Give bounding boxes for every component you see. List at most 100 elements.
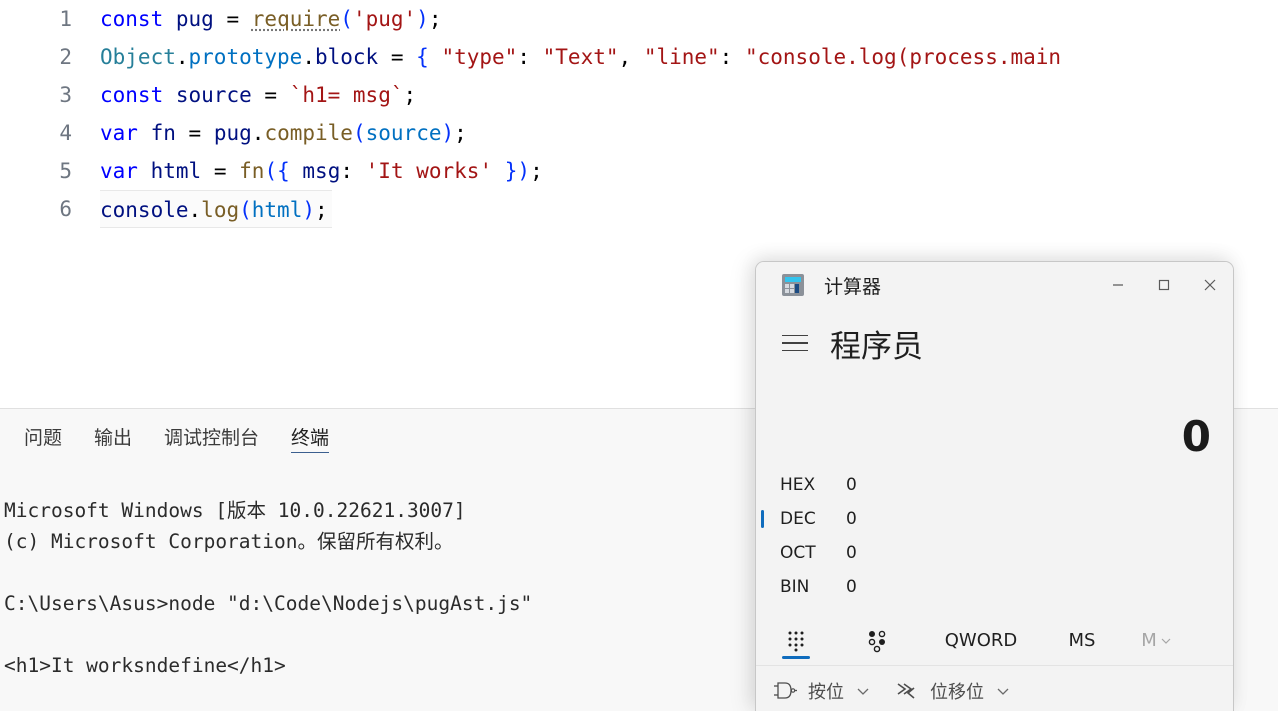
code-token: = (188, 121, 202, 145)
code-token: prototype (188, 45, 303, 69)
code-text[interactable]: console.log(html); (100, 190, 332, 228)
calculator-toolbar[interactable]: QWORD MS M (756, 616, 1233, 666)
code-line[interactable]: 1 const pug = require('pug'); (0, 0, 1278, 38)
code-token: "type" (441, 45, 518, 69)
base-row-dec[interactable]: DEC 0 (756, 502, 1233, 536)
line-number: 2 (59, 45, 72, 69)
panel-tab-3[interactable]: 终端 (275, 409, 345, 467)
memory-label: M (1141, 630, 1157, 651)
code-token: : (719, 45, 733, 69)
base-value: 0 (846, 475, 857, 495)
calculator-window[interactable]: 计算器 程序员 0 HEX 0 DEC 0 OCT 0 BIN 0 QWORD … (755, 261, 1234, 711)
code-token: ; (454, 121, 467, 145)
memory-dropdown-button[interactable]: M (1120, 616, 1194, 666)
line-number: 5 (59, 159, 72, 183)
bitwise-dropdown[interactable]: 按位 (772, 678, 872, 704)
code-token: Object (100, 45, 176, 69)
calculator-app-icon (782, 274, 804, 296)
code-line[interactable]: 3 const source = `h1= msg`; (0, 76, 1278, 114)
code-text[interactable]: var fn = pug.compile(source); (100, 114, 467, 152)
base-row-bin[interactable]: BIN 0 (756, 570, 1233, 604)
keypad-icon (788, 631, 804, 651)
code-token: = (390, 45, 404, 69)
maximize-button[interactable] (1141, 262, 1187, 308)
code-line[interactable]: 5 var html = fn({ msg: 'It works' }); (0, 152, 1278, 190)
code-line[interactable]: 2 Object.prototype.block = { "type": "Tex… (0, 38, 1278, 76)
code-token: log (201, 198, 240, 222)
code-token: = (213, 159, 227, 183)
word-size-button[interactable]: QWORD (918, 616, 1044, 666)
code-token: ( (352, 121, 366, 145)
base-label: BIN (780, 577, 810, 597)
logic-gate-icon (774, 682, 797, 699)
number-base-list[interactable]: HEX 0 DEC 0 OCT 0 BIN 0 (756, 464, 1233, 604)
code-token: "Text" (542, 45, 619, 69)
chevron-down-icon (997, 688, 1009, 695)
code-token: source (365, 121, 442, 145)
keypad-tab[interactable] (756, 616, 836, 666)
code-token: ( (239, 198, 252, 222)
memory-store-button[interactable]: MS (1044, 616, 1120, 666)
code-token: var (100, 159, 138, 183)
code-token: const (100, 7, 164, 31)
base-row-oct[interactable]: OCT 0 (756, 536, 1233, 570)
code-text[interactable]: var html = fn({ msg: 'It works' }); (100, 152, 543, 190)
code-token: ) (517, 159, 531, 183)
bit-toggle-keypad-tab[interactable] (836, 616, 918, 666)
code-token: const (100, 83, 164, 107)
code-lines[interactable]: 1 const pug = require('pug'); 2 Object.prot… (0, 0, 1278, 228)
code-token: pug (213, 121, 252, 145)
panel-tab-2[interactable]: 调试控制台 (148, 409, 275, 467)
calculator-bottom-bar[interactable]: 按位 位移位 (756, 666, 1233, 711)
bitshift-dropdown[interactable]: 位移位 (894, 678, 1012, 704)
window-controls[interactable] (1095, 262, 1233, 308)
base-label: DEC (780, 509, 816, 529)
code-token: } (504, 159, 518, 183)
panel-tab-0[interactable]: 问题 (8, 409, 78, 467)
bit-toggle-icon (868, 630, 886, 652)
code-token: : (517, 45, 530, 69)
code-token: pug (175, 7, 214, 31)
calculator-display: 0 (756, 378, 1233, 464)
calculator-mode-label: 程序员 (830, 328, 923, 365)
code-token: 'It works' (365, 159, 493, 183)
code-token: 'pug' (352, 7, 417, 31)
panel-tab-1[interactable]: 输出 (78, 409, 148, 467)
base-row-hex[interactable]: HEX 0 (756, 468, 1233, 502)
code-token: html (251, 198, 303, 222)
close-button[interactable] (1187, 262, 1233, 308)
code-text[interactable]: Object.prototype.block = { "type": "Text… (100, 38, 1061, 76)
code-line[interactable]: 6 console.log(html); (0, 190, 1278, 228)
code-token: = (226, 7, 240, 31)
memory-store-label: MS (1068, 630, 1096, 651)
code-line[interactable]: 4 var fn = pug.compile(source); (0, 114, 1278, 152)
hamburger-menu-icon[interactable] (778, 326, 812, 360)
base-label: OCT (780, 543, 816, 563)
code-token: console (100, 198, 189, 222)
code-text[interactable]: const pug = require('pug'); (100, 0, 441, 38)
word-size-label: QWORD (944, 630, 1018, 651)
calculator-title: 计算器 (824, 275, 882, 298)
code-token: , (618, 45, 632, 69)
calculator-mode-header: 程序员 (756, 308, 1233, 378)
base-value: 0 (846, 577, 857, 597)
code-token: "line" (643, 45, 720, 69)
calculator-titlebar[interactable]: 计算器 (756, 262, 1233, 308)
code-text[interactable]: const source = `h1= msg`; (100, 76, 416, 114)
minimize-button[interactable] (1095, 262, 1141, 308)
line-number: 4 (59, 121, 72, 145)
line-number: 6 (59, 197, 72, 221)
code-token: { (416, 45, 429, 69)
code-token: . (175, 45, 189, 69)
base-selected-indicator (761, 510, 764, 528)
code-token: . (302, 45, 315, 69)
